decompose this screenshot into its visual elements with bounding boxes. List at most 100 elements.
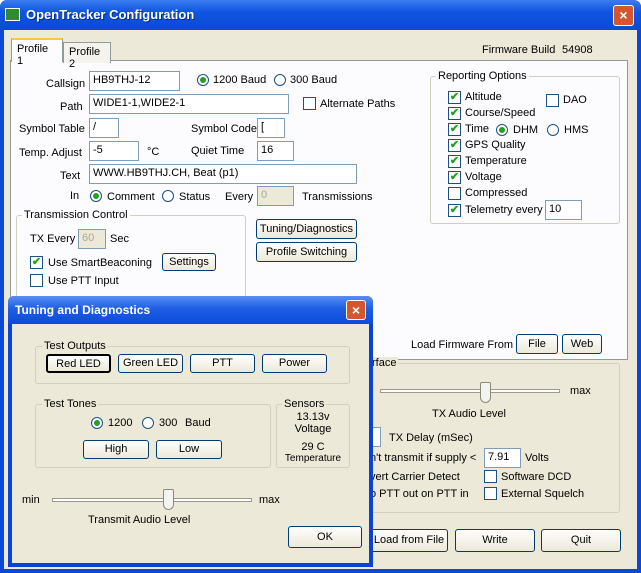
telemetry-input[interactable]: 10 [545,200,582,220]
supply-input[interactable]: 7.91 [484,448,521,468]
telemetry-checkbox[interactable]: ✔ [448,204,461,217]
in-label: In [70,190,80,202]
power-button[interactable]: Power [262,354,327,373]
baud-300-radio[interactable] [274,74,286,86]
write-button[interactable]: Write [455,529,535,552]
text-input[interactable]: WWW.HB9THJ.CH, Beat (p1) [89,164,357,184]
text-label: Text [60,170,81,182]
radio-interface-title: rface [370,357,399,369]
slider-min-label: min [22,494,40,506]
time-label: Time [465,123,490,135]
tx-every-input[interactable]: 60 [78,229,106,249]
callsign-input[interactable]: HB9THJ-12 [89,71,180,91]
comment-label: Comment [107,191,155,203]
tab-profile-2[interactable]: Profile 2 [63,42,111,70]
transmission-control-title: Transmission Control [22,209,130,221]
transmit-audio-label: Transmit Audio Level [88,514,191,526]
baud-300-label: 300 Baud [290,74,338,86]
tab-profile-1[interactable]: Profile 1 [11,38,63,67]
load-firmware-label: Load Firmware From [411,339,514,351]
dao-checkbox[interactable] [546,94,559,107]
symbol-table-label: Symbol Table [19,123,85,135]
baud-1200-label: 1200 Baud [213,74,267,86]
temp-adjust-label: Temp. Adjust [19,147,82,159]
tx-audio-slider[interactable] [480,382,491,403]
altitude-checkbox[interactable]: ✔ [448,91,461,104]
test-tones-group [35,404,271,468]
app-icon [5,8,20,21]
tx-audio-track [380,389,560,393]
smartbeaconing-checkbox[interactable]: ✔ [30,256,43,269]
ptt-button[interactable]: PTT [190,354,255,373]
external-squelch-checkbox[interactable] [484,487,497,500]
tx-delay-input[interactable] [372,427,381,447]
settings-button[interactable]: Settings [162,253,216,271]
transmit-audio-slider[interactable] [163,489,174,510]
tone-300-label: 300 [159,417,178,429]
tuning-diagnostics-dialog: Tuning and Diagnostics × Test Outputs Re… [8,296,373,567]
course-speed-checkbox[interactable]: ✔ [448,107,461,120]
software-dcd-checkbox[interactable] [484,470,497,483]
temp-unit-label: °C [147,146,160,158]
temperature-label: Temperature [465,155,527,167]
comment-radio[interactable] [90,190,102,202]
transmissions-label: Transmissions [302,191,373,203]
dhm-radio[interactable] [496,124,508,136]
title-bar[interactable]: OpenTracker Configuration × [0,0,641,30]
high-tone-button[interactable]: High [83,440,149,459]
test-tones-title: Test Tones [42,398,99,410]
tone-1200-radio[interactable] [91,417,103,429]
compressed-checkbox[interactable] [448,187,461,200]
dialog-close-button[interactable]: × [346,300,366,320]
reporting-options-title: Reporting Options [436,70,529,82]
callsign-label: Callsign [46,78,86,90]
profile-switching-button[interactable]: Profile Switching [256,242,357,262]
baud-1200-radio[interactable] [197,74,209,86]
green-led-button[interactable]: Green LED [118,354,183,373]
temp-adjust-input[interactable]: -5 [89,141,139,161]
gps-quality-checkbox[interactable]: ✔ [448,139,461,152]
hms-radio[interactable] [547,124,559,136]
voltage-checkbox[interactable]: ✔ [448,171,461,184]
status-label: Status [179,191,211,203]
tone-baud-label: Baud [185,417,211,429]
alternate-paths-label: Alternate Paths [320,98,396,110]
external-squelch-label: External Squelch [501,488,585,500]
test-outputs-title: Test Outputs [42,340,108,352]
course-speed-label: Course/Speed [465,107,536,119]
tx-audio-level-label: TX Audio Level [432,408,506,420]
quiet-time-input[interactable]: 16 [257,141,294,161]
tuning-diagnostics-button[interactable]: Tuning/Diagnostics [256,219,357,239]
load-from-file-button[interactable]: Load from File [370,529,448,552]
firmware-build-label: Firmware Build [482,44,556,56]
sensor-voltage-label: Voltage [294,423,332,435]
ok-button[interactable]: OK [288,526,362,548]
sensor-temperature-value: 29 C [301,441,325,453]
symbol-table-input[interactable]: / [89,118,119,138]
dialog-client: Test Outputs Red LED Green LED PTT Power… [12,324,369,563]
path-input[interactable]: WIDE1-1,WIDE2-1 [89,94,289,114]
red-led-button[interactable]: Red LED [46,354,111,373]
invert-carrier-label: vert Carrier Detect [370,471,460,483]
close-button[interactable]: × [613,5,634,26]
voltage-label: Voltage [465,171,502,183]
every-input[interactable]: 0 [257,186,294,206]
sensor-temperature-label: Temperature [284,453,342,464]
status-radio[interactable] [162,190,174,202]
low-tone-button[interactable]: Low [156,440,222,459]
tx-delay-label: TX Delay (mSec) [389,432,473,444]
tx-every-label: TX Every [30,233,76,245]
tone-300-radio[interactable] [142,417,154,429]
time-checkbox[interactable]: ✔ [448,123,461,136]
temperature-checkbox[interactable]: ✔ [448,155,461,168]
alternate-paths-checkbox[interactable] [303,97,316,110]
volts-label: Volts [525,452,549,464]
dialog-title-bar[interactable]: Tuning and Diagnostics × [8,296,373,324]
file-button[interactable]: File [516,334,558,354]
symbol-code-input[interactable]: [ [257,118,285,138]
web-button[interactable]: Web [562,334,602,354]
gps-quality-label: GPS Quality [465,139,526,151]
dialog-title: Tuning and Diagnostics [15,303,151,317]
ptt-input-checkbox[interactable] [30,274,43,287]
quit-button[interactable]: Quit [541,529,621,552]
